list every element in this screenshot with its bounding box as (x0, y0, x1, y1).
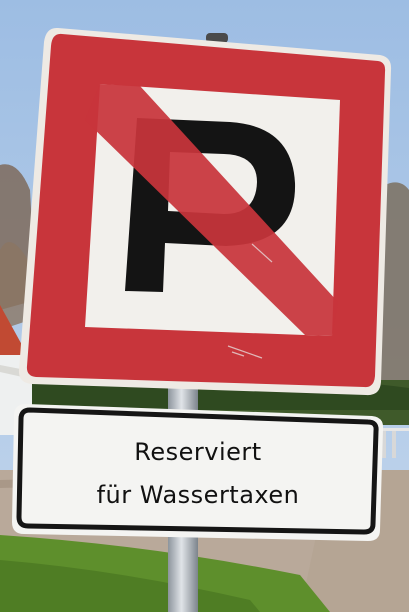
photo-scene: Reserviert für Wassertaxen (0, 0, 409, 612)
supplementary-plate (12, 404, 384, 541)
plate-line-2: für Wassertaxen (96, 481, 300, 509)
plate-line-1: Reserviert (134, 438, 262, 466)
